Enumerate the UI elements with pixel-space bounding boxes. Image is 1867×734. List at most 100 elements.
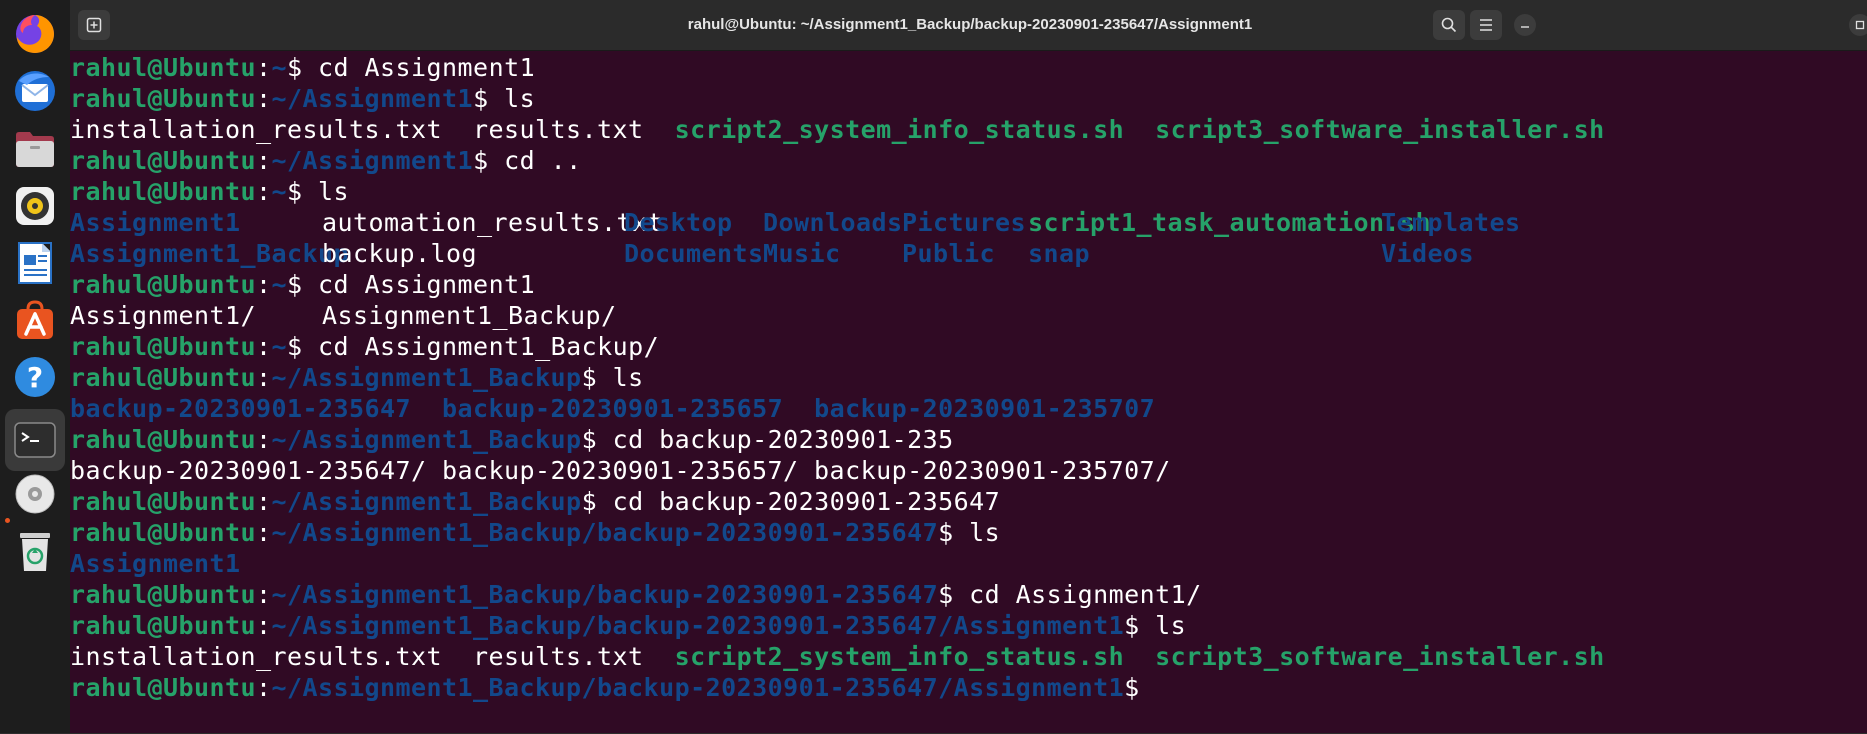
files-icon[interactable] bbox=[11, 125, 59, 173]
file-entry: backup.log bbox=[322, 239, 478, 268]
directory-entry: Templates bbox=[1381, 208, 1521, 237]
prompt-user: rahul@Ubuntu bbox=[70, 673, 257, 702]
trash-icon[interactable] bbox=[11, 527, 59, 575]
directory-entry: Assignment1_Backup bbox=[70, 239, 350, 268]
directory-entry: backup-20230901-235707 bbox=[814, 394, 1156, 423]
new-tab-icon bbox=[86, 17, 102, 33]
active-indicator bbox=[5, 518, 10, 523]
hamburger-icon bbox=[1480, 19, 1492, 31]
prompt-sep: : bbox=[256, 177, 272, 206]
prompt-line: rahul@Ubuntu:~/Assignment1_Backup/backup… bbox=[70, 579, 1867, 610]
prompt-line: rahul@Ubuntu:~$ cd Assignment1 bbox=[70, 52, 1867, 83]
help-icon[interactable]: ? bbox=[11, 353, 59, 401]
command-text: $ ls bbox=[473, 84, 536, 113]
command-text: $ ls bbox=[287, 177, 350, 206]
prompt-user: rahul@Ubuntu bbox=[70, 84, 257, 113]
libreoffice-writer-icon[interactable] bbox=[11, 239, 59, 287]
prompt-user: rahul@Ubuntu bbox=[70, 363, 257, 392]
prompt-user: rahul@Ubuntu bbox=[70, 487, 257, 516]
executable-entry: script2_system_info_status.sh bbox=[674, 115, 1125, 144]
prompt-line: rahul@Ubuntu:~/Assignment1$ ls bbox=[70, 83, 1867, 114]
prompt-sep: : bbox=[256, 332, 272, 361]
prompt-sep: : bbox=[256, 363, 272, 392]
output-line: installation_results.txt results.txt scr… bbox=[70, 641, 1867, 672]
directory-entry: backup-20230901-235657 bbox=[442, 394, 784, 423]
command-text: $ cd backup-20230901-235 bbox=[581, 425, 954, 454]
prompt-path: ~/Assignment1_Backup/backup-20230901-235… bbox=[271, 518, 939, 547]
terminal-window: rahul@Ubuntu: ~/Assignment1_Backup/backu… bbox=[70, 0, 1867, 733]
prompt-sep: : bbox=[256, 518, 272, 547]
command-text: $ bbox=[1124, 673, 1140, 702]
prompt-user: rahul@Ubuntu bbox=[70, 53, 257, 82]
prompt-path: ~/Assignment1_Backup/backup-20230901-235… bbox=[271, 580, 939, 609]
disc-icon[interactable] bbox=[11, 470, 59, 518]
file-entry: installation_results.txt bbox=[70, 642, 443, 671]
prompt-line: rahul@Ubuntu:~/Assignment1_Backup/backup… bbox=[70, 517, 1867, 548]
prompt-sep: : bbox=[256, 673, 272, 702]
prompt-user: rahul@Ubuntu bbox=[70, 611, 257, 640]
command-text: $ cd .. bbox=[473, 146, 582, 175]
directory-entry: Pictures bbox=[902, 208, 1027, 237]
dock: ? bbox=[0, 0, 70, 733]
prompt-path: ~ bbox=[271, 177, 288, 206]
prompt-user: rahul@Ubuntu bbox=[70, 425, 257, 454]
minimize-icon bbox=[1521, 26, 1529, 28]
thunderbird-icon[interactable] bbox=[11, 67, 59, 115]
terminal-output[interactable]: rahul@Ubuntu:~$ cd Assignment1 rahul@Ubu… bbox=[70, 51, 1867, 734]
directory-entry: Downloads bbox=[763, 208, 903, 237]
prompt-line: rahul@Ubuntu:~/Assignment1_Backup$ cd ba… bbox=[70, 424, 1867, 455]
directory-entry: Videos bbox=[1381, 239, 1475, 268]
directory-entry: backup-20230901-235647 bbox=[70, 394, 412, 423]
directory-entry: Public bbox=[902, 239, 996, 268]
prompt-sep: : bbox=[256, 270, 272, 299]
command-text: $ ls bbox=[938, 518, 1001, 547]
prompt-path: ~ bbox=[271, 53, 288, 82]
prompt-line: rahul@Ubuntu:~/Assignment1_Backup/backup… bbox=[70, 610, 1867, 641]
minimize-button[interactable] bbox=[1514, 14, 1536, 36]
prompt-line: rahul@Ubuntu:~/Assignment1_Backup$ ls bbox=[70, 362, 1867, 393]
new-tab-button[interactable] bbox=[78, 10, 110, 40]
prompt-line: rahul@Ubuntu:~$ cd Assignment1 bbox=[70, 269, 1867, 300]
rhythmbox-icon[interactable] bbox=[11, 182, 59, 230]
completion-entry: Assignment1_Backup/ bbox=[322, 301, 617, 330]
menu-button[interactable] bbox=[1470, 10, 1502, 40]
directory-entry: Desktop bbox=[624, 208, 733, 237]
prompt-line: rahul@Ubuntu:~/Assignment1$ cd .. bbox=[70, 145, 1867, 176]
title-bar: rahul@Ubuntu: ~/Assignment1_Backup/backu… bbox=[70, 0, 1867, 51]
prompt-path: ~/Assignment1_Backup bbox=[271, 363, 582, 392]
output-line: Assignment1 automation_results.txtDesktop… bbox=[70, 207, 1867, 238]
search-button[interactable] bbox=[1433, 10, 1465, 40]
completion-entry: Assignment1/ bbox=[70, 301, 257, 330]
executable-entry: script1_task_automation.sh bbox=[1028, 208, 1432, 237]
firefox-icon[interactable] bbox=[11, 9, 59, 57]
prompt-user: rahul@Ubuntu bbox=[70, 332, 257, 361]
command-text: $ ls bbox=[1124, 611, 1187, 640]
command-text: $ cd Assignment1/ bbox=[938, 580, 1202, 609]
svg-text:?: ? bbox=[27, 361, 43, 394]
prompt-sep: : bbox=[256, 53, 272, 82]
output-line: Assignment1 bbox=[70, 548, 1867, 579]
file-entry: results.txt bbox=[473, 642, 644, 671]
prompt-path: ~/Assignment1_Backup bbox=[271, 487, 582, 516]
prompt-path: ~ bbox=[271, 332, 288, 361]
maximize-icon bbox=[1855, 20, 1865, 30]
terminal-icon[interactable] bbox=[5, 409, 65, 471]
directory-entry: Assignment1 bbox=[70, 549, 241, 578]
prompt-path: ~/Assignment1_Backup/backup-20230901-235… bbox=[271, 611, 1125, 640]
prompt-user: rahul@Ubuntu bbox=[70, 270, 257, 299]
prompt-sep: : bbox=[256, 84, 272, 113]
executable-entry: script2_system_info_status.sh bbox=[674, 642, 1125, 671]
search-icon bbox=[1441, 17, 1457, 33]
prompt-line: rahul@Ubuntu:~$ ls bbox=[70, 176, 1867, 207]
prompt-sep: : bbox=[256, 611, 272, 640]
file-entry: installation_results.txt bbox=[70, 115, 443, 144]
prompt-path: ~/Assignment1 bbox=[271, 84, 474, 113]
completion-entry: backup-20230901-235647/ backup-20230901-… bbox=[70, 456, 1171, 485]
directory-entry: Documents bbox=[624, 239, 764, 268]
prompt-line: rahul@Ubuntu:~/Assignment1_Backup/backup… bbox=[70, 672, 1867, 703]
output-line: installation_results.txt results.txt scr… bbox=[70, 114, 1867, 145]
software-center-icon[interactable] bbox=[11, 296, 59, 344]
prompt-path: ~/Assignment1 bbox=[271, 146, 474, 175]
maximize-button[interactable] bbox=[1849, 14, 1867, 36]
command-text: $ cd Assignment1 bbox=[287, 53, 536, 82]
